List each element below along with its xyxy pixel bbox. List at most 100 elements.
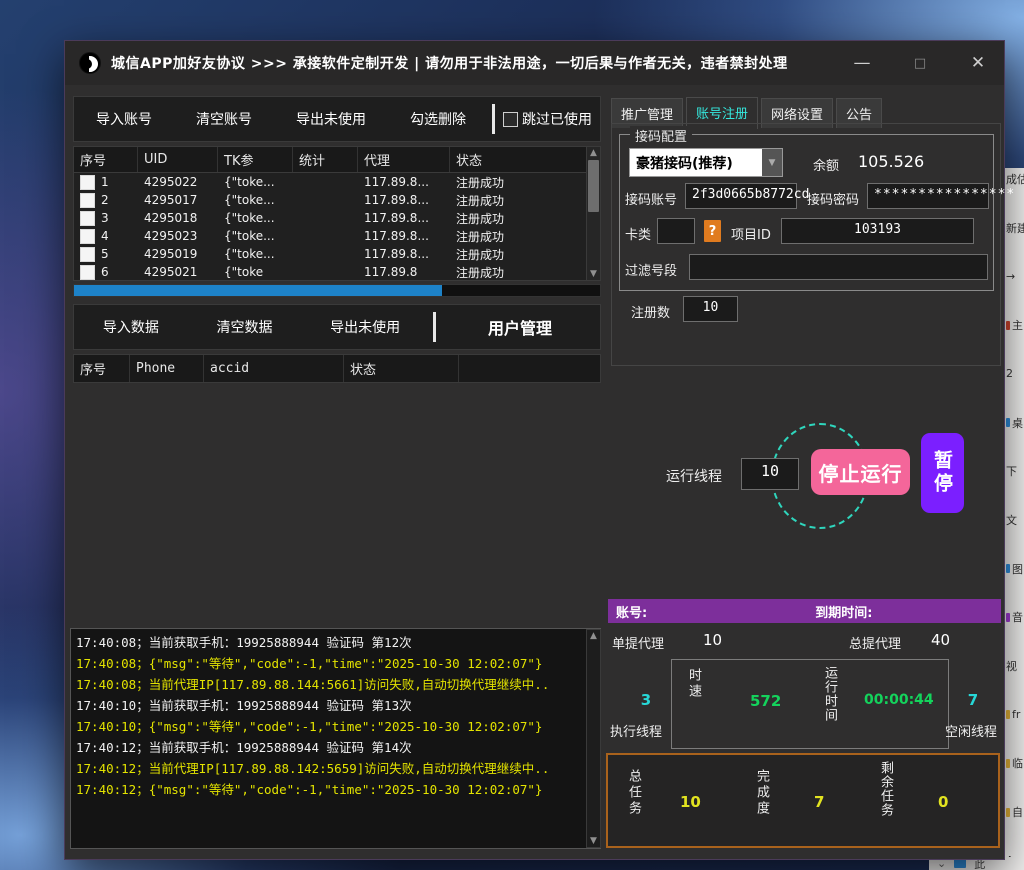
table-row[interactable]: 5 4295019{"toke... 117.89.8... 注册成功 bbox=[74, 245, 586, 263]
log-line: 17:40:10；当前获取手机：19925888944 验证码 第13次 bbox=[76, 695, 582, 716]
accounts-table-header[interactable]: 序号 UID TK参 统计 代理 状态 bbox=[73, 146, 587, 173]
filter-input[interactable] bbox=[689, 254, 988, 280]
minimize-button[interactable]: — bbox=[850, 53, 874, 73]
col-state[interactable]: 状态 bbox=[344, 355, 459, 382]
explorer-item[interactable]: 下 bbox=[1006, 464, 1024, 478]
maximize-button[interactable]: □ bbox=[908, 56, 932, 71]
explorer-item[interactable]: 音 bbox=[1006, 610, 1024, 624]
folder-icon bbox=[1006, 321, 1010, 330]
import-data-button[interactable]: 导入数据 bbox=[103, 317, 159, 337]
row-checkbox[interactable] bbox=[80, 265, 95, 280]
col-tk[interactable]: TK参 bbox=[218, 147, 293, 172]
card-type-input[interactable] bbox=[657, 218, 695, 244]
group-title: 接码配置 bbox=[630, 126, 692, 145]
accounts-hscrollbar[interactable] bbox=[73, 284, 601, 297]
explorer-item[interactable]: 2 bbox=[1006, 367, 1024, 381]
exec-threads-value: 3 bbox=[631, 691, 661, 709]
accounts-scrollbar[interactable]: ▲ ▼ bbox=[586, 146, 601, 281]
done-value: 7 bbox=[814, 793, 824, 811]
sms-account-input[interactable]: 2f3d0665b8772cd bbox=[685, 183, 797, 209]
table-row[interactable]: 1 4295022{"toke... 117.89.8... 注册成功 bbox=[74, 173, 586, 191]
app-window: 城信APP加好友协议 >>> 承接软件定制开发 | 请勿用于非法用途，一切后果与… bbox=[64, 40, 1005, 860]
thread-count-label: 运行线程 bbox=[666, 466, 722, 486]
log-line: 17:40:12；{"msg":"等待","code":-1,"time":"2… bbox=[76, 779, 582, 800]
row-checkbox[interactable] bbox=[80, 193, 95, 208]
user-manage-button[interactable]: 用户管理 bbox=[440, 315, 600, 339]
col-stats[interactable]: 统计 bbox=[293, 147, 358, 172]
export-unused-data-button[interactable]: 导出未使用 bbox=[330, 317, 400, 337]
row-checkbox[interactable] bbox=[80, 175, 95, 190]
account-label: 账号: bbox=[616, 602, 647, 621]
sms-password-label: 接码密码 bbox=[807, 189, 859, 208]
sms-password-input[interactable]: **************** bbox=[867, 183, 989, 209]
table-row[interactable]: 2 4295017{"toke... 117.89.8... 注册成功 bbox=[74, 191, 586, 209]
import-accounts-button[interactable]: 导入账号 bbox=[96, 109, 152, 129]
close-button[interactable]: ✕ bbox=[966, 53, 990, 73]
table-row[interactable]: 6 4295021{"toke 117.89.8 注册成功 bbox=[74, 263, 586, 281]
this-pc-icon bbox=[954, 859, 966, 868]
remain-value: 0 bbox=[938, 793, 948, 811]
explorer-item[interactable]: 自 bbox=[1006, 805, 1024, 819]
explorer-item[interactable]: 视 bbox=[1006, 659, 1024, 673]
speed-label: 时速 bbox=[684, 668, 703, 742]
log-line: 17:40:12；当前代理IP[117.89.88.142:5659]访问失败,… bbox=[76, 758, 582, 779]
log-output[interactable]: 17:40:08；当前获取手机：19925888944 验证码 第12次 17:… bbox=[70, 628, 601, 849]
delete-checked-button[interactable]: 勾选删除 bbox=[410, 109, 466, 129]
hscroll-thumb[interactable] bbox=[74, 285, 442, 296]
sms-provider-dropdown[interactable]: 豪猪接码(推荐) ▼ bbox=[629, 148, 783, 177]
explorer-item[interactable]: 主 bbox=[1006, 318, 1024, 332]
project-id-input[interactable]: 103193 bbox=[781, 218, 974, 244]
register-count-input[interactable]: 10 bbox=[683, 296, 738, 322]
explorer-item[interactable]: fr bbox=[1006, 708, 1024, 722]
scroll-down-icon[interactable]: ▼ bbox=[590, 269, 597, 279]
accounts-table[interactable]: 1 4295022{"toke... 117.89.8... 注册成功 2 42… bbox=[73, 173, 587, 281]
sms-account-label: 接码账号 bbox=[625, 189, 677, 208]
col-uid[interactable]: UID bbox=[138, 147, 218, 172]
scroll-up-icon[interactable]: ▲ bbox=[590, 148, 597, 158]
log-scrollbar[interactable]: ▲ ▼ bbox=[586, 629, 601, 848]
help-button[interactable]: ? bbox=[704, 220, 721, 242]
app-icon bbox=[79, 52, 101, 74]
pause-button[interactable]: 暂停 bbox=[921, 433, 964, 513]
row-checkbox[interactable] bbox=[80, 211, 95, 226]
row-checkbox[interactable] bbox=[80, 247, 95, 262]
skip-used-checkbox[interactable]: 跳过已使用 bbox=[499, 109, 600, 129]
runtime-value: 00:00:44 bbox=[864, 692, 934, 708]
explorer-item[interactable]: 新建 bbox=[1006, 221, 1024, 235]
remain-label: 剩余任务 bbox=[876, 761, 895, 817]
chevron-down-icon[interactable]: ▼ bbox=[762, 149, 782, 176]
folder-icon bbox=[1006, 808, 1010, 817]
scroll-thumb[interactable] bbox=[588, 160, 599, 212]
col-proxy[interactable]: 代理 bbox=[358, 147, 450, 172]
clear-data-button[interactable]: 清空数据 bbox=[216, 317, 272, 337]
checkbox-icon[interactable] bbox=[503, 112, 518, 127]
runtime-label: 运行时间 bbox=[820, 666, 839, 722]
explorer-item[interactable]: 图 bbox=[1006, 562, 1024, 576]
forward-icon[interactable]: → bbox=[1006, 269, 1024, 283]
scroll-down-icon[interactable]: ▼ bbox=[590, 836, 597, 846]
table-row[interactable]: 3 4295018{"toke... 117.89.8... 注册成功 bbox=[74, 209, 586, 227]
pictures-icon bbox=[1006, 564, 1010, 573]
explorer-item[interactable]: 成估 bbox=[1006, 172, 1024, 186]
users-table-header[interactable]: 序号 Phone accid 状态 bbox=[73, 354, 601, 383]
card-type-label: 卡类 bbox=[625, 224, 651, 243]
task-box: 总任务 10 完成度 7 剩余任务 0 bbox=[606, 753, 1000, 848]
clear-accounts-button[interactable]: 清空账号 bbox=[196, 109, 252, 129]
export-unused-accounts-button[interactable]: 导出未使用 bbox=[296, 109, 366, 129]
col-accid[interactable]: accid bbox=[204, 355, 344, 382]
row-checkbox[interactable] bbox=[80, 229, 95, 244]
total-tasks-value: 10 bbox=[680, 793, 701, 811]
idle-threads-value: 7 bbox=[958, 691, 988, 709]
col-seq[interactable]: 序号 bbox=[74, 355, 130, 382]
explorer-item[interactable]: 文 bbox=[1006, 513, 1024, 527]
log-line: 17:40:08；当前代理IP[117.89.88.144:5661]访问失败,… bbox=[76, 674, 582, 695]
table-row[interactable]: 4 4295023{"toke... 117.89.8... 注册成功 bbox=[74, 227, 586, 245]
explorer-item[interactable]: 桌 bbox=[1006, 416, 1024, 430]
col-phone[interactable]: Phone bbox=[130, 355, 204, 382]
explorer-item[interactable]: 临 bbox=[1006, 756, 1024, 770]
col-seq[interactable]: 序号 bbox=[74, 147, 138, 172]
scroll-up-icon[interactable]: ▲ bbox=[590, 631, 597, 641]
thread-count-input[interactable]: 10 bbox=[741, 458, 799, 490]
stop-run-button[interactable]: 停止运行 bbox=[811, 449, 910, 495]
col-state[interactable]: 状态 bbox=[450, 147, 586, 172]
